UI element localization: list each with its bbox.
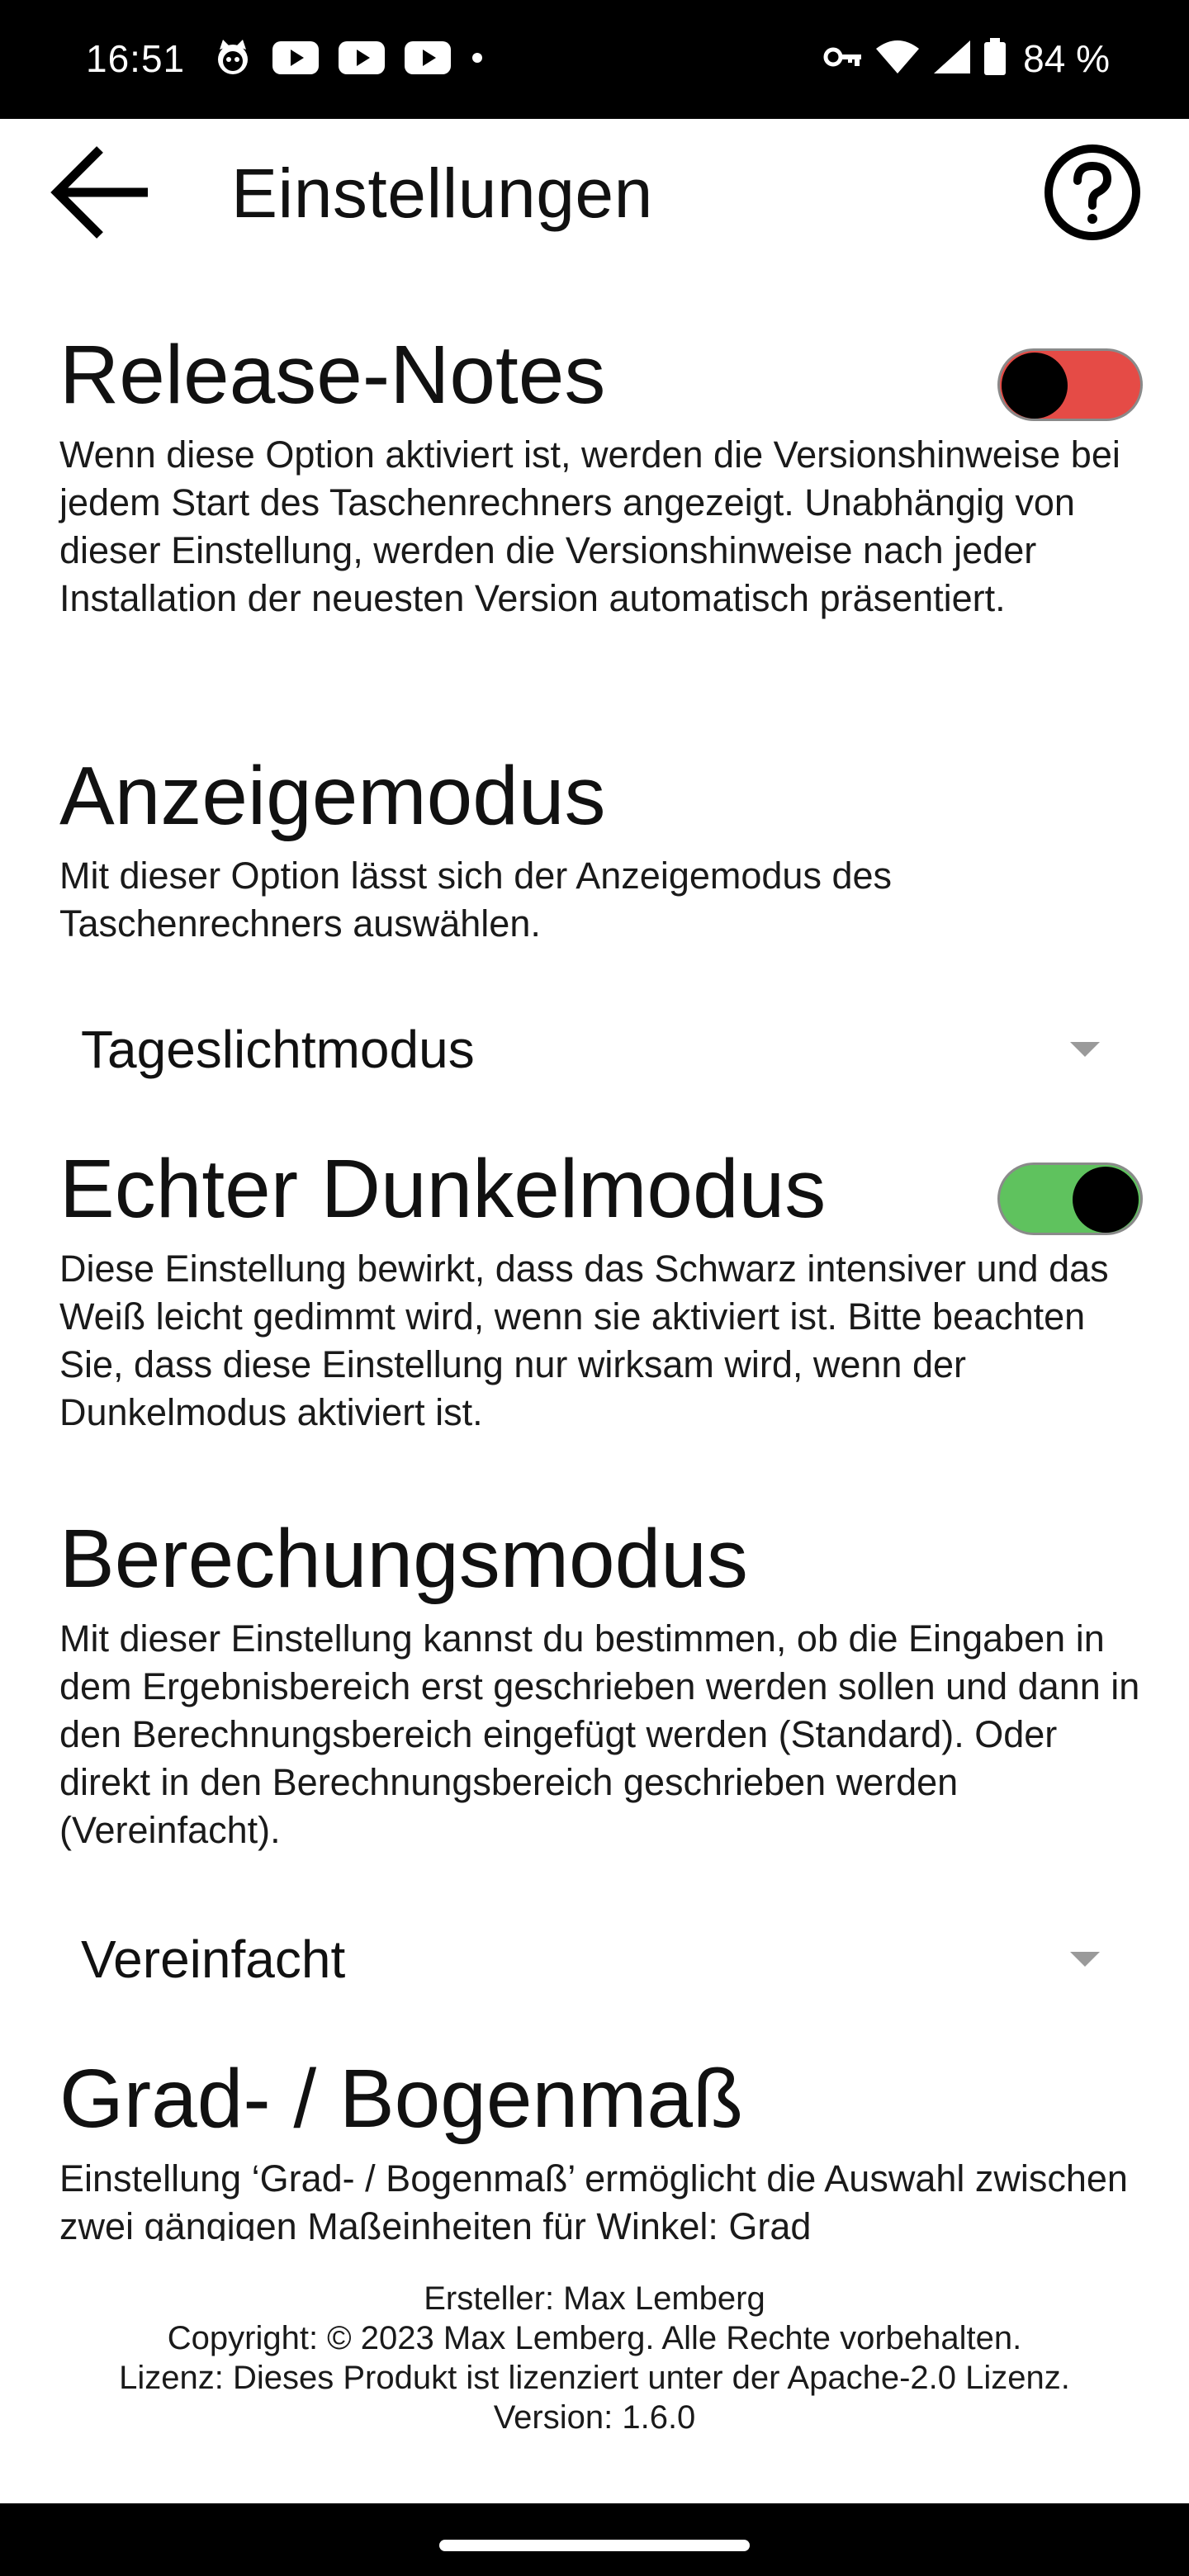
toggle-knob (1002, 353, 1068, 419)
calculation-mode-dropdown[interactable]: Vereinfacht (59, 1911, 1100, 2001)
degree-radian-title: Grad- / Bogenmaß (59, 2053, 744, 2145)
help-circle-icon (1043, 143, 1142, 246)
true-dark-mode-description: Diese Einstellung bewirkt, dass das Schw… (59, 1248, 1109, 1433)
youtube-icon (272, 41, 319, 78)
calculation-mode-description: Mit dieser Einstellung kannst du bestimm… (59, 1617, 1140, 1851)
back-button[interactable] (48, 140, 155, 248)
navigation-bar (0, 2503, 1189, 2576)
home-gesture-handle[interactable] (439, 2540, 750, 2551)
release-notes-title: Release-Notes (59, 329, 606, 421)
notification-icons (213, 38, 484, 82)
release-notes-toggle[interactable] (997, 348, 1143, 421)
battery-percentage: 84 % (1023, 37, 1110, 80)
release-notes-description: Wenn diese Option aktiviert ist, werden … (59, 433, 1120, 619)
display-mode-dropdown[interactable]: Tageslichtmodus (59, 1001, 1100, 1091)
calculation-mode-setting: Berechungsmodus Mit dieser Einstellung k… (59, 1509, 1141, 1854)
footer-version: Version: 1.6.0 (493, 2399, 696, 2436)
release-notes-setting: Release-Notes Wenn diese Option aktivier… (59, 325, 1143, 623)
true-dark-mode-title: Echter Dunkelmodus (59, 1143, 827, 1235)
dot-icon (471, 51, 484, 69)
page-title: Einstellungen (231, 154, 653, 232)
footer: Ersteller: Max Lemberg Copyright: © 2023… (0, 2279, 1189, 2437)
calculation-mode-selected: Vereinfacht (81, 1930, 346, 1989)
display-mode-setting: Anzeigemodus Mit dieser Option lässt sic… (59, 746, 1141, 948)
status-bar: 16:51 84 % (0, 0, 1189, 119)
vpn-key-icon (823, 40, 863, 78)
dropdown-arrow-icon (1070, 1042, 1100, 1057)
footer-creator: Ersteller: Max Lemberg (424, 2280, 765, 2317)
calculation-mode-title: Berechungsmodus (59, 1513, 748, 1605)
app-bar: Einstellungen (0, 119, 1189, 268)
display-mode-title: Anzeigemodus (59, 750, 606, 842)
help-button[interactable] (1039, 140, 1146, 248)
battery-icon (983, 37, 1007, 80)
degree-radian-setting: Grad- / Bogenmaß Einstellung ‘Grad- / Bo… (59, 2049, 1141, 2241)
wifi-icon (874, 39, 921, 79)
degree-radian-description: Einstellung ‘Grad- / Bogenmaß’ ermöglich… (59, 2157, 1128, 2241)
true-dark-mode-toggle[interactable] (997, 1163, 1143, 1235)
dropdown-arrow-icon (1070, 1952, 1100, 1967)
status-time: 16:51 (86, 37, 186, 80)
toggle-knob (1073, 1167, 1139, 1233)
youtube-icon (339, 41, 385, 78)
youtube-icon (405, 41, 451, 78)
true-dark-mode-setting: Echter Dunkelmodus Diese Einstellung bew… (59, 1139, 1143, 1437)
settings-list[interactable]: Release-Notes Wenn diese Option aktivier… (0, 268, 1189, 2241)
signal-icon (932, 39, 972, 79)
arrow-back-icon (50, 141, 153, 248)
display-mode-description: Mit dieser Option lässt sich der Anzeige… (59, 855, 892, 945)
footer-copyright: Copyright: © 2023 Max Lemberg. Alle Rech… (167, 2320, 1022, 2356)
cat-face-icon (213, 38, 253, 82)
footer-license: Lizenz: Dieses Produkt ist lizenziert un… (119, 2360, 1070, 2396)
display-mode-selected: Tageslichtmodus (81, 1020, 475, 1079)
system-icons: 84 % (823, 36, 1110, 81)
